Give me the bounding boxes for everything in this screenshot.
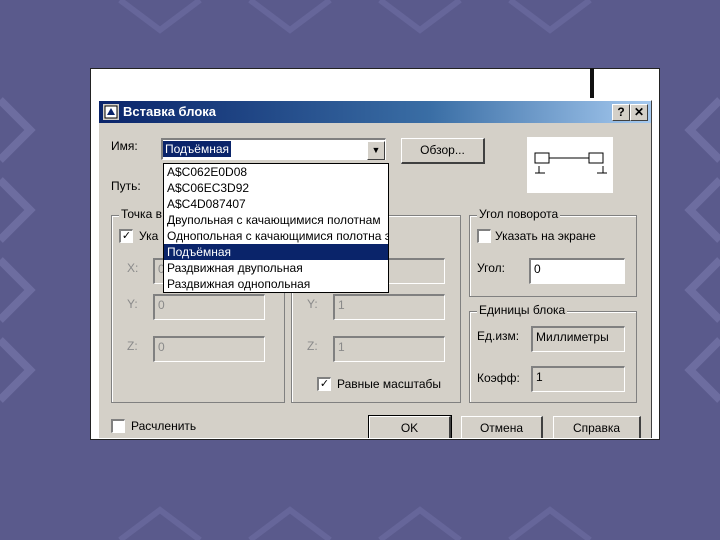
angle-input[interactable]: 0	[529, 258, 625, 284]
scale-y-label: Y:	[307, 297, 318, 311]
dropdown-option[interactable]: A$C06EC3D92	[164, 180, 388, 196]
rotation-specify-label: Указать на экране	[495, 229, 596, 243]
uniform-scale-checkbox[interactable]: ✓	[317, 377, 331, 391]
units-group-title: Единицы блока	[477, 303, 568, 317]
rotation-specify-checkbox[interactable]	[477, 229, 491, 243]
name-selected-text: Подъёмная	[163, 141, 231, 157]
uniform-scale-label: Равные масштабы	[337, 377, 441, 391]
scale-y-input[interactable]: 1	[333, 294, 445, 320]
name-dropdown-list[interactable]: A$C062E0D08 A$C06EC3D92 A$C4D087407 Двуп…	[163, 163, 389, 293]
ok-button[interactable]: OK	[368, 415, 452, 438]
dropdown-option[interactable]: A$C4D087407	[164, 196, 388, 212]
cancel-button[interactable]: Отмена	[461, 416, 543, 438]
explode-label: Расчленить	[131, 419, 197, 433]
insertion-y-input[interactable]: 0	[153, 294, 265, 320]
factor-label: Коэфф:	[477, 371, 520, 385]
title-bar[interactable]: Вставка блока ? ✕	[99, 101, 651, 123]
chevron-down-icon[interactable]: ▼	[367, 141, 385, 160]
unit-value: Миллиметры	[531, 326, 625, 352]
app-icon	[103, 104, 119, 120]
scale-z-input[interactable]: 1	[333, 336, 445, 362]
angle-label: Угол:	[477, 261, 505, 275]
dropdown-option[interactable]: Раздвижная однопольная	[164, 276, 388, 292]
insertion-specify-checkbox[interactable]: ✓	[119, 229, 133, 243]
frame-strip	[590, 68, 594, 98]
insertion-group-title: Точка в	[119, 207, 164, 221]
dropdown-option[interactable]: Двупольная с качающимися полотнам	[164, 212, 388, 228]
explode-checkbox[interactable]	[111, 419, 125, 433]
help-title-button[interactable]: ?	[612, 104, 630, 121]
name-combobox-value: Подъёмная	[163, 140, 385, 160]
browse-button[interactable]: Обзор...	[401, 138, 485, 164]
path-label: Путь:	[111, 179, 141, 193]
help-button[interactable]: Справка	[553, 416, 641, 438]
dropdown-option[interactable]: Раздвижная двупольная	[164, 260, 388, 276]
scale-z-label: Z:	[307, 339, 318, 353]
insertion-z-label: Z:	[127, 339, 138, 353]
rotation-group-title: Угол поворота	[477, 207, 561, 221]
block-preview-icon	[534, 152, 607, 174]
dropdown-option[interactable]: Однопольная с качающимися полотна экране	[164, 228, 388, 244]
close-button[interactable]: ✕	[630, 104, 648, 121]
unit-label: Ед.изм:	[477, 329, 520, 343]
block-preview	[527, 137, 613, 193]
insertion-x-label: X:	[127, 261, 139, 275]
dropdown-option-selected[interactable]: Подъёмная	[164, 244, 388, 260]
factor-value: 1	[531, 366, 625, 392]
insertion-y-label: Y:	[127, 297, 138, 311]
rotation-group	[469, 215, 637, 297]
dropdown-option[interactable]: A$C062E0D08	[164, 164, 388, 180]
insertion-specify-label: Ука	[139, 229, 159, 243]
window-title: Вставка блока	[123, 104, 217, 119]
insert-block-dialog: Вставка блока ? ✕ Имя: Подъёмная ▼ Обзор…	[98, 100, 652, 438]
name-label: Имя:	[111, 139, 138, 153]
insertion-z-input[interactable]: 0	[153, 336, 265, 362]
